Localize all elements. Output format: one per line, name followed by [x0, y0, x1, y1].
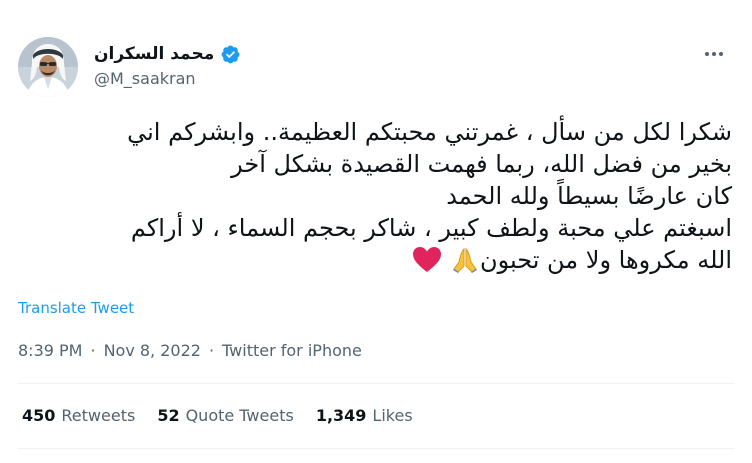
tweet-card: محمد السكران @M_saakran شكرا لكل من سأل …	[0, 0, 752, 463]
tweet-source-link[interactable]: Twitter for iPhone	[222, 340, 362, 362]
more-options-icon[interactable]	[700, 42, 728, 66]
tweet-text-line: بخير من فضل الله، ربما فهمت القصيدة بشكل…	[231, 150, 732, 178]
quote-tweets-count: 52	[157, 406, 180, 425]
author-name-row[interactable]: محمد السكران	[94, 42, 241, 66]
retweets-stat[interactable]: 450 Retweets	[22, 405, 135, 427]
author-handle[interactable]: @M_saakran	[94, 69, 196, 89]
tweet-date: Nov 8, 2022	[103, 341, 201, 360]
tweet-text-last-line: الله مكروها ولا من تحبون	[20, 244, 732, 276]
author-display-name[interactable]: محمد السكران	[94, 43, 214, 65]
tweet-text-line: اسبغتم علي محبة ولطف كبير ، شاكر بحجم ال…	[130, 214, 732, 242]
tweet-timestamp-link[interactable]: 8:39 PM · Nov 8, 2022	[18, 340, 201, 362]
likes-label: Likes	[372, 406, 413, 425]
translate-tweet-link[interactable]: Translate Tweet	[18, 298, 134, 318]
meta-separator: ·	[208, 341, 215, 360]
verified-badge-icon	[220, 44, 241, 65]
divider	[18, 448, 734, 449]
red-heart-icon	[412, 246, 442, 274]
tweet-text-line: شكرا لكل من سأل ، غمرتني محبتكم العظيمة.…	[127, 118, 732, 146]
tweet-time: 8:39 PM	[18, 341, 83, 360]
folded-hands-icon	[450, 245, 480, 275]
retweets-label: Retweets	[61, 406, 136, 425]
likes-count: 1,349	[315, 406, 367, 425]
meta-separator: ·	[90, 341, 96, 360]
tweet-text-line: كان عارضًا بسيطاً ولله الحمد	[446, 182, 732, 210]
avatar[interactable]	[18, 37, 78, 97]
quote-tweets-label: Quote Tweets	[185, 406, 294, 425]
avatar-image	[18, 37, 78, 97]
tweet-text: شكرا لكل من سأل ، غمرتني محبتكم العظيمة.…	[20, 116, 732, 276]
tweet-stats: 450 Retweets 52 Quote Tweets 1,349 Likes	[22, 405, 413, 427]
retweets-count: 450	[22, 406, 56, 425]
likes-stat[interactable]: 1,349 Likes	[316, 405, 413, 427]
divider	[18, 383, 734, 384]
quote-tweets-stat[interactable]: 52 Quote Tweets	[157, 405, 294, 427]
tweet-meta: 8:39 PM · Nov 8, 2022 · Twitter for iPhone	[18, 340, 362, 362]
tweet-text-line: الله مكروها ولا من تحبون	[479, 246, 732, 274]
